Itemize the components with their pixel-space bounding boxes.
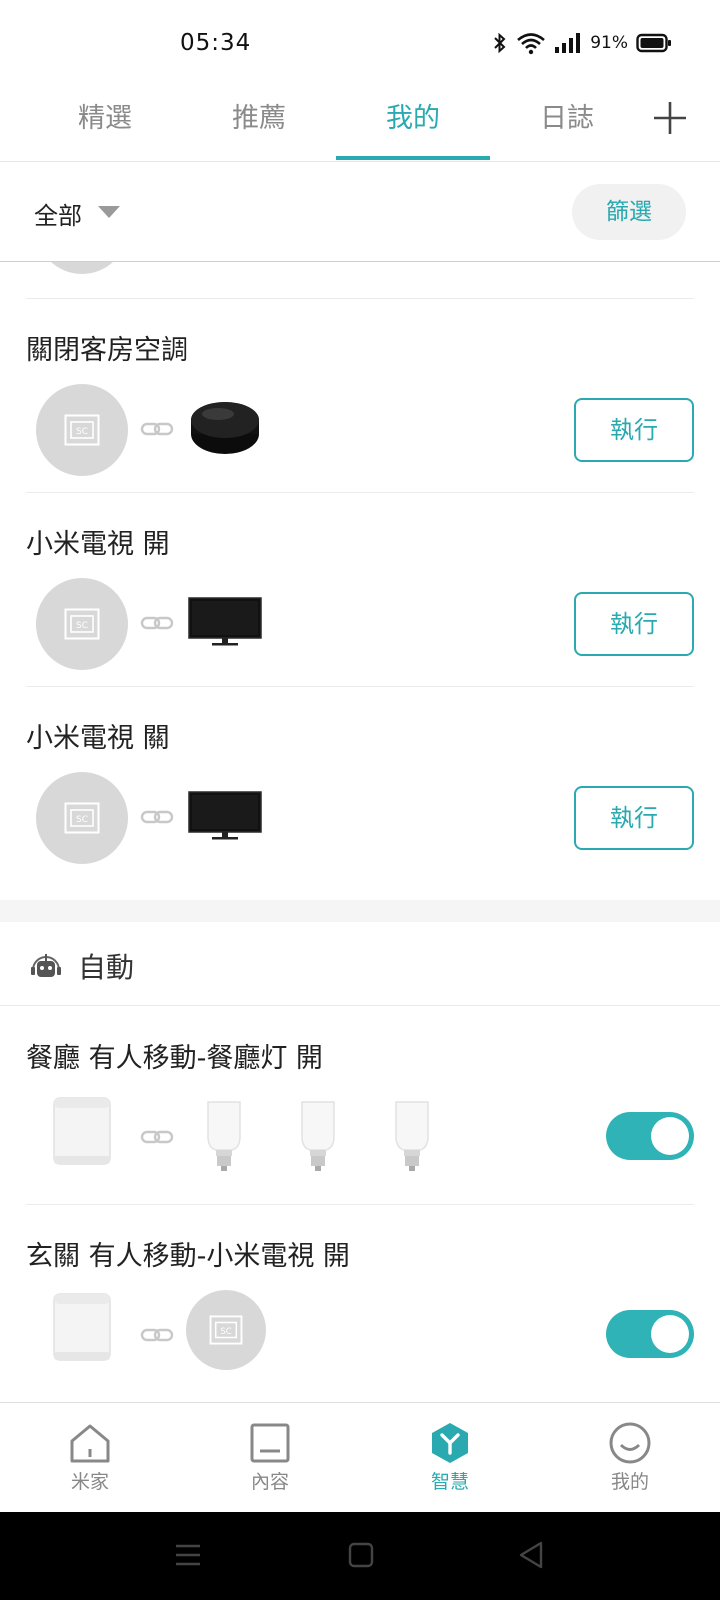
section-divider [0, 900, 720, 922]
nav-label: 我的 [610, 1471, 649, 1493]
signal-icon [555, 33, 581, 53]
add-icon[interactable] [650, 98, 690, 138]
bottom-nav: 米家 內容 智慧 我的 [0, 1402, 720, 1512]
automation-toggle[interactable] [606, 1310, 694, 1358]
tv-image [188, 597, 262, 646]
caret-down-icon[interactable] [98, 206, 120, 218]
active-tab-indicator [336, 156, 490, 160]
smart-icon [432, 1423, 468, 1463]
scene-title: 小米電視 開 [26, 529, 170, 560]
nav-label: 內容 [250, 1471, 289, 1493]
link-icon [140, 422, 174, 436]
home-icon [70, 1424, 110, 1463]
scene-icon: SC [64, 802, 100, 834]
divider [26, 1204, 694, 1205]
toggle-knob [651, 1117, 689, 1155]
tab-featured[interactable]: 精選 [28, 96, 182, 135]
bulb-image [395, 1101, 429, 1171]
filter-button[interactable]: 篩選 [572, 184, 686, 240]
status-time: 05:34 [180, 30, 252, 56]
top-tabs: 精選 推薦 我的 日誌 [0, 80, 720, 162]
menu-icon[interactable] [174, 1542, 202, 1568]
automation-toggle[interactable] [606, 1112, 694, 1160]
ir-remote-hub-image [191, 402, 259, 454]
home-button-icon[interactable] [348, 1542, 374, 1568]
scene-circle: SC [186, 1290, 266, 1370]
link-icon [140, 1328, 174, 1342]
scene-circle: SC [36, 384, 128, 476]
nav-item-content[interactable]: 內容 [220, 1421, 320, 1494]
bulb-image [301, 1101, 335, 1171]
link-icon [140, 616, 174, 630]
status-icons: 91% [492, 31, 672, 55]
nav-item-profile[interactable]: 我的 [580, 1421, 680, 1494]
tv-image [188, 791, 262, 840]
scene-circle: SC [36, 772, 128, 864]
scene-title: 小米電視 關 [26, 723, 170, 754]
scene-circle: SC [36, 578, 128, 670]
execute-button[interactable]: 執行 [574, 786, 694, 850]
scene-circle [36, 262, 128, 274]
bluetooth-icon [494, 32, 506, 54]
svg-text:SC: SC [76, 815, 88, 825]
execute-button[interactable]: 執行 [574, 592, 694, 656]
svg-text:SC: SC [76, 621, 88, 631]
svg-text:SC: SC [76, 427, 88, 437]
divider [26, 298, 694, 299]
battery-percent: 91% [590, 33, 628, 53]
content-icon [250, 1423, 290, 1463]
execute-button[interactable]: 執行 [574, 398, 694, 462]
nav-item-home[interactable]: 米家 [40, 1421, 140, 1494]
scene-row: 關閉客房空調 SC 執行 [0, 298, 720, 496]
system-nav-bar [0, 1512, 720, 1600]
link-icon [140, 1130, 174, 1144]
status-bar: 05:34 91% [0, 0, 720, 80]
scene-icon: SC [64, 414, 100, 446]
automation-title: 餐廳 有人移動-餐廳灯 開 [26, 1043, 323, 1074]
profile-icon [609, 1422, 651, 1464]
filter-all-dropdown[interactable]: 全部 [34, 196, 82, 231]
scene-icon: SC [64, 608, 100, 640]
automation-row: 餐廳 有人移動-餐廳灯 開 [0, 1006, 720, 1204]
link-icon [140, 810, 174, 824]
filter-bar: 全部 篩選 [0, 162, 720, 262]
robot-icon [31, 954, 61, 977]
auto-section-header: 自動 [0, 922, 720, 1006]
automation-title: 玄關 有人移動-小米電視 開 [26, 1241, 350, 1272]
nav-label: 米家 [70, 1471, 109, 1493]
motion-sensor-image [53, 1293, 111, 1361]
automation-row: 玄關 有人移動-小米電視 開 SC [0, 1204, 720, 1402]
nav-label: 智慧 [430, 1471, 469, 1493]
divider [26, 686, 694, 687]
motion-sensor-image [53, 1097, 111, 1165]
scene-title: 關閉客房空調 [26, 335, 188, 366]
back-icon[interactable] [518, 1540, 544, 1570]
svg-text:SC: SC [220, 1326, 231, 1336]
divider [26, 492, 694, 493]
tab-log[interactable]: 日誌 [490, 96, 644, 135]
scene-row: 小米電視 開 SC 執行 [0, 492, 720, 690]
auto-section-title: 自動 [78, 951, 135, 984]
toggle-knob [651, 1315, 689, 1353]
tab-mine[interactable]: 我的 [336, 96, 490, 135]
nav-item-smart[interactable]: 智慧 [400, 1421, 500, 1494]
scene-row: 小米電視 關 SC 執行 [0, 686, 720, 884]
tab-recommended[interactable]: 推薦 [182, 96, 336, 135]
battery-icon [636, 33, 671, 53]
scene-icon: SC [209, 1315, 243, 1345]
wifi-icon [517, 33, 546, 55]
scene-list[interactable]: 關閉客房空調 SC 執行 小米電視 開 SC 執行 小米電視 關 SC 執行 自… [0, 262, 720, 1402]
bulb-image [207, 1101, 241, 1171]
